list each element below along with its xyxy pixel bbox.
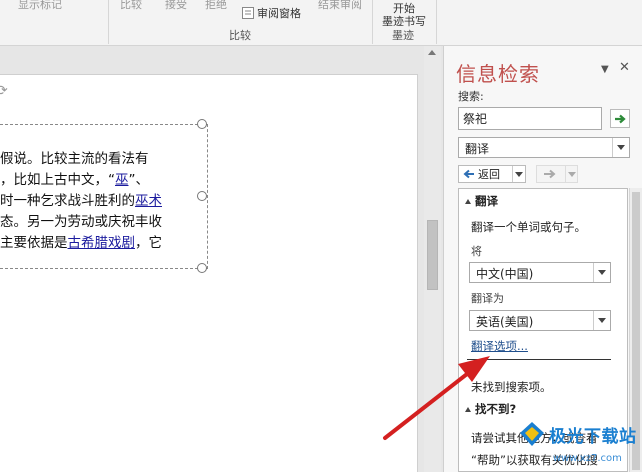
start-inking-button[interactable]: 开始 墨迹书写 bbox=[375, 2, 433, 28]
document-line: 态。另一为劳动或庆祝丰收 bbox=[0, 212, 162, 233]
scroll-thumb[interactable] bbox=[427, 220, 438, 290]
chevron-down-icon[interactable] bbox=[593, 263, 610, 282]
document-line: 假说。比较主流的看法有 bbox=[0, 149, 162, 170]
collapse-icon[interactable] bbox=[465, 406, 471, 412]
review-pane-button[interactable]: 审阅窗格 bbox=[242, 5, 301, 21]
text-run: 主要依据是 bbox=[0, 235, 68, 251]
translate-section-title: 翻译 bbox=[475, 194, 498, 208]
from-language-label: 将 bbox=[471, 245, 482, 258]
watermark: 极光下载站 bbox=[518, 421, 637, 447]
translation-options-link[interactable]: 翻译选项... bbox=[471, 338, 528, 354]
arrow-right-icon bbox=[615, 114, 626, 123]
translate-description: 翻译一个单词或句子。 bbox=[471, 220, 586, 234]
resize-handle[interactable] bbox=[197, 263, 207, 273]
watermark-logo-icon bbox=[520, 422, 544, 446]
document-line: 时一种乞求战斗胜利的巫术 bbox=[0, 191, 162, 212]
ribbon-separator bbox=[436, 0, 437, 44]
watermark-url: www.xz7.com bbox=[553, 453, 622, 464]
ribbon: 显示标记 比较 接受 拒绝 结束审阅 审阅窗格 开始 墨迹书写 比较 墨迹 bbox=[0, 0, 642, 46]
document-line: ，比如上古中文，“巫”、 bbox=[0, 170, 162, 191]
forward-dropdown-icon[interactable] bbox=[565, 166, 577, 182]
accept-button[interactable]: 接受 bbox=[165, 0, 187, 12]
pane-options-icon[interactable]: ▼ bbox=[601, 64, 609, 75]
back-dropdown-icon[interactable] bbox=[512, 166, 525, 182]
cant-find-section-header[interactable]: 找不到? bbox=[465, 401, 516, 417]
search-label: 搜索: bbox=[458, 90, 484, 103]
chevron-down-icon[interactable] bbox=[593, 311, 610, 330]
end-review-button[interactable]: 结束审阅 bbox=[318, 0, 362, 12]
text-run: ”、 bbox=[128, 172, 150, 188]
group-label-compare: 比较 bbox=[229, 29, 251, 42]
hyperlink[interactable]: 巫 bbox=[115, 172, 129, 188]
resize-handle[interactable] bbox=[197, 191, 207, 201]
text-run: ，比如上古中文，“ bbox=[0, 172, 115, 188]
divider bbox=[467, 359, 611, 360]
rotate-handle-icon[interactable]: ⟳ bbox=[0, 83, 8, 99]
to-language-value: 英语(美国) bbox=[476, 315, 534, 329]
text-run: 态。另一为劳动或庆祝丰收 bbox=[0, 214, 162, 230]
document-line: 主要依据是古希腊戏剧，它 bbox=[0, 233, 162, 254]
collapse-icon[interactable] bbox=[465, 198, 471, 204]
from-language-value: 中文(中国) bbox=[476, 267, 534, 281]
service-select[interactable]: 翻译 bbox=[458, 137, 630, 158]
pane-title: 信息检索 bbox=[456, 62, 540, 86]
text-run: 时一种乞求战斗胜利的 bbox=[0, 193, 135, 209]
document-text[interactable]: 假说。比较主流的看法有 ，比如上古中文，“巫”、 时一种乞求战斗胜利的巫术 态。另一为… bbox=[0, 149, 162, 254]
review-pane-label: 审阅窗格 bbox=[257, 7, 301, 20]
start-search-button[interactable] bbox=[610, 109, 630, 128]
forward-button[interactable] bbox=[536, 165, 578, 183]
document-scrollbar[interactable] bbox=[424, 46, 441, 472]
start-inking-label-top: 开始 bbox=[393, 2, 415, 15]
ribbon-cut-label[interactable]: 显示标记 bbox=[18, 0, 62, 12]
chevron-down-icon[interactable] bbox=[612, 138, 629, 157]
text-run: 假说。比较主流的看法有 bbox=[0, 151, 149, 167]
from-language-select[interactable]: 中文(中国) bbox=[469, 262, 611, 283]
resize-handle[interactable] bbox=[197, 119, 207, 129]
service-select-value: 翻译 bbox=[465, 142, 490, 156]
to-language-select[interactable]: 英语(美国) bbox=[469, 310, 611, 331]
ribbon-separator bbox=[372, 0, 373, 44]
review-pane-icon bbox=[242, 7, 254, 19]
research-pane: 信息检索 ▼ ✕ 搜索: 翻译 返回 翻译 翻译一个单词或句子。 将 中文(中国… bbox=[443, 46, 642, 472]
hyperlink[interactable]: 巫术 bbox=[135, 193, 162, 209]
group-label-ink: 墨迹 bbox=[392, 29, 414, 42]
translate-section-header[interactable]: 翻译 bbox=[465, 193, 498, 209]
compare-button[interactable]: 比较 bbox=[120, 0, 142, 12]
ribbon-separator bbox=[108, 0, 109, 44]
not-found-message: 未找到搜索项。 bbox=[471, 380, 552, 394]
arrow-right-icon bbox=[544, 169, 556, 179]
document-page[interactable]: ⟳ bbox=[0, 74, 418, 472]
text-run: ，它 bbox=[135, 235, 162, 251]
arrow-left-icon bbox=[463, 169, 474, 179]
cant-find-title: 找不到? bbox=[475, 402, 517, 416]
scroll-up-icon[interactable] bbox=[428, 50, 436, 55]
close-icon[interactable]: ✕ bbox=[619, 60, 630, 75]
watermark-text: 极光下载站 bbox=[549, 426, 637, 447]
search-input[interactable] bbox=[458, 107, 602, 130]
back-button[interactable]: 返回 bbox=[458, 165, 526, 183]
document-area: ⟳ 假说。比较主流的看法有 ，比如上古中文，“巫”、 时一种乞求战斗胜利的巫术 态。另… bbox=[0, 46, 441, 472]
hyperlink[interactable]: 古希腊戏剧 bbox=[68, 235, 136, 251]
reject-button[interactable]: 拒绝 bbox=[205, 0, 227, 12]
back-label: 返回 bbox=[478, 168, 500, 181]
to-language-label: 翻译为 bbox=[471, 292, 504, 305]
